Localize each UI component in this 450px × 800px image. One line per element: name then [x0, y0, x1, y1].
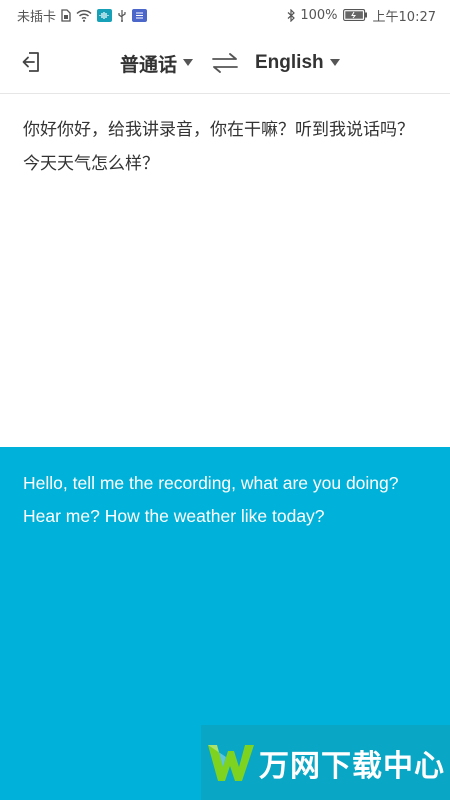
exit-button[interactable] [18, 48, 46, 76]
battery-icon [342, 9, 368, 21]
translation-text: Hello, tell me the recording, what are y… [23, 473, 399, 526]
source-language-selector[interactable]: 普通话 [120, 50, 194, 76]
status-left: 未插卡 [17, 6, 148, 25]
battery-percent: 100% [300, 7, 338, 23]
watermark-text: 万网下载中心 [259, 748, 445, 784]
swap-arrows-icon [212, 53, 238, 73]
wifi-icon [76, 9, 92, 22]
language-header: 普通话 English [0, 30, 450, 94]
status-bar: 未插卡 100% 上午10:27 [0, 0, 450, 30]
voice-app-icon [97, 8, 113, 22]
app-notification-icon [132, 8, 148, 22]
target-language-label: English [255, 52, 324, 73]
target-language-selector[interactable]: English [255, 50, 340, 76]
source-text-panel[interactable]: 你好你好，给我讲录音，你在干嘛？听到我说话吗？今天天气怎么样？ [0, 95, 450, 447]
exit-icon [22, 52, 39, 72]
watermark: 万网下载中心 [201, 725, 450, 800]
sim-icon [61, 8, 71, 22]
watermark-logo-icon [201, 725, 259, 800]
caret-down-icon [183, 59, 194, 67]
source-text: 你好你好，给我讲录音，你在干嘛？听到我说话吗？今天天气怎么样？ [23, 120, 414, 174]
status-right: 100% 上午10:27 [287, 6, 436, 25]
translator-screen: 未插卡 100% 上午10:27 普通话 English 你好你好，给我讲录音，… [0, 0, 450, 800]
usb-icon [117, 9, 127, 22]
bluetooth-icon [287, 8, 296, 22]
swap-languages-button[interactable] [210, 50, 240, 76]
clock: 上午10:27 [372, 9, 436, 25]
caret-down-icon [329, 59, 340, 67]
source-language-label: 普通话 [120, 53, 178, 76]
carrier-text: 未插卡 [17, 9, 57, 25]
